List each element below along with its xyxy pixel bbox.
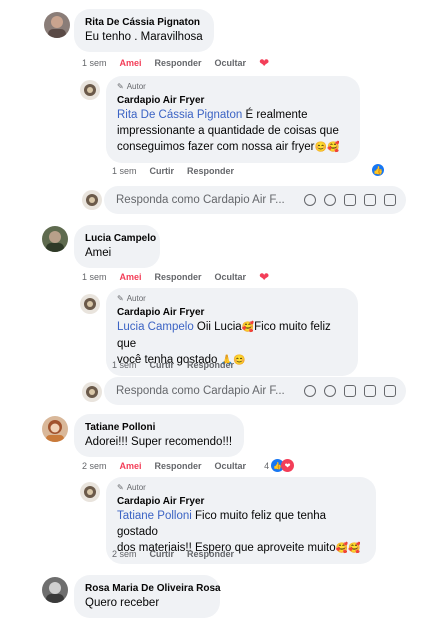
replier-name[interactable]: Cardapio Air Fryer (117, 306, 347, 319)
comment-text: Amei (85, 247, 112, 259)
gif-icon[interactable] (364, 194, 376, 206)
like-button[interactable]: Curtir (150, 166, 175, 176)
avatar[interactable] (42, 226, 68, 252)
avatar[interactable] (44, 12, 70, 38)
comment-bubble: Tatiane Polloni Adorei!!! Super recomend… (74, 414, 244, 457)
love-reaction-button[interactable]: Amei (120, 58, 142, 68)
timestamp[interactable]: 1 sem (112, 360, 137, 370)
comment-actions: 1 sem Amei Responder Ocultar ❤ (82, 270, 282, 284)
hide-button[interactable]: Ocultar (215, 461, 247, 471)
reaction-count[interactable]: 4 (264, 461, 269, 471)
reply-button[interactable]: Responder (187, 549, 234, 559)
reply-actions: 1 sem Curtir Responder (112, 166, 247, 176)
emoji-icon[interactable] (324, 194, 336, 206)
composer-tools (304, 385, 406, 397)
composer-tools (304, 194, 406, 206)
heart-reaction-icon[interactable]: ❤ (281, 459, 295, 472)
heart-reaction-icon[interactable]: ❤ (259, 270, 269, 284)
reply-input[interactable]: Responda como Cardapio Air F... (104, 186, 406, 214)
reply-button[interactable]: Responder (155, 272, 202, 282)
author-badge: ✎ Autor (117, 82, 146, 91)
love-reaction-button[interactable]: Amei (120, 272, 142, 282)
like-button[interactable]: Curtir (150, 549, 175, 559)
hide-button[interactable]: Ocultar (215, 272, 247, 282)
emoji-icon[interactable] (324, 385, 336, 397)
comment-bubble: Rita De Cássia Pignaton Eu tenho . Marav… (74, 9, 214, 52)
reply-actions: 2 sem Curtir Responder (112, 549, 247, 559)
commenter-name[interactable]: Tatiane Polloni (85, 421, 233, 434)
camera-icon[interactable] (344, 385, 356, 397)
replier-name[interactable]: Cardapio Air Fryer (117, 94, 349, 107)
camera-icon[interactable] (344, 194, 356, 206)
heart-reaction-icon[interactable]: ❤ (259, 56, 269, 70)
pencil-icon: ✎ (117, 483, 124, 492)
author-badge: ✎ Autor (117, 294, 146, 303)
commenter-name[interactable]: Rita De Cássia Pignaton (85, 16, 203, 29)
replier-name[interactable]: Cardapio Air Fryer (117, 495, 365, 508)
pencil-icon: ✎ (117, 82, 124, 91)
reply-button[interactable]: Responder (187, 360, 234, 370)
sticker-icon[interactable] (384, 385, 396, 397)
reply-actions: 1 sem Curtir Responder (112, 360, 247, 370)
avatar-icon[interactable] (304, 194, 316, 206)
avatar[interactable] (42, 416, 68, 442)
avatar (82, 190, 102, 210)
timestamp[interactable]: 1 sem (112, 166, 137, 176)
timestamp[interactable]: 1 sem (82, 272, 107, 282)
comment-bubble: Rosa Maria De Oliveira Rosa Quero recebe… (74, 575, 221, 618)
reply-input[interactable]: Responda como Cardapio Air F... (104, 377, 406, 405)
reply-button[interactable]: Responder (155, 58, 202, 68)
reply-bubble: ✎ Autor Cardapio Air Fryer Rita De Cássi… (106, 76, 360, 163)
timestamp[interactable]: 2 sem (112, 549, 137, 559)
pencil-icon: ✎ (117, 294, 124, 303)
comment-actions: 1 sem Amei Responder Ocultar ❤ (82, 56, 282, 70)
love-reaction-button[interactable]: Amei (120, 461, 142, 471)
comment-text: Quero receber (85, 597, 160, 609)
comment-actions: 2 sem Amei Responder Ocultar 4 👍 ❤ (82, 459, 307, 472)
like-reaction-icon[interactable]: 👍 (371, 163, 385, 177)
mention-link[interactable]: Tatiane Polloni (117, 510, 192, 522)
comment-bubble: Lucia Campelo Amei (74, 225, 160, 268)
commenter-name[interactable]: Rosa Maria De Oliveira Rosa (85, 582, 221, 595)
reply-text: Rita De Cássia Pignaton É realmente impr… (117, 109, 340, 153)
hide-button[interactable]: Ocultar (215, 58, 247, 68)
avatar[interactable] (80, 482, 100, 502)
avatar-icon[interactable] (304, 385, 316, 397)
mention-link[interactable]: Lucia Campelo (117, 321, 194, 333)
timestamp[interactable]: 2 sem (82, 461, 107, 471)
reply-button[interactable]: Responder (155, 461, 202, 471)
author-badge: ✎ Autor (117, 483, 146, 492)
avatar (82, 382, 102, 402)
reply-placeholder[interactable]: Responda como Cardapio Air F... (116, 385, 304, 397)
avatar[interactable] (42, 577, 68, 603)
like-button[interactable]: Curtir (150, 360, 175, 370)
reply-button[interactable]: Responder (187, 166, 234, 176)
comment-text: Eu tenho . Maravilhosa (85, 31, 203, 43)
avatar[interactable] (80, 80, 100, 100)
comment-text: Adorei!!! Super recomendo!!! (85, 436, 233, 448)
sticker-icon[interactable] (384, 194, 396, 206)
avatar[interactable] (80, 294, 100, 314)
mention-link[interactable]: Rita De Cássia Pignaton (117, 109, 242, 121)
commenter-name[interactable]: Lucia Campelo (85, 232, 156, 245)
gif-icon[interactable] (364, 385, 376, 397)
reply-placeholder[interactable]: Responda como Cardapio Air F... (116, 194, 304, 206)
timestamp[interactable]: 1 sem (82, 58, 107, 68)
